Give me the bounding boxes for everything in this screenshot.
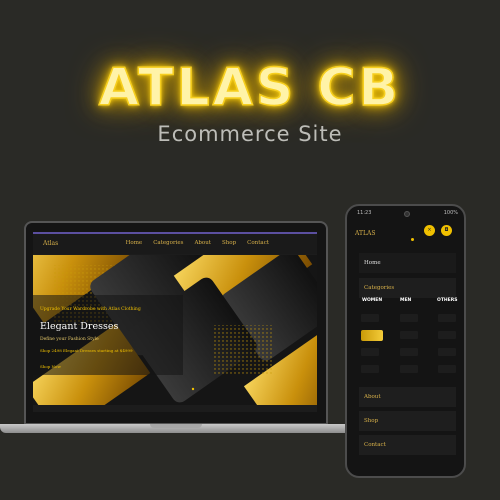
hero-banner: Upgrade Your Wardrobe with Atlas Clothin… [33, 255, 317, 405]
category-cell[interactable] [400, 365, 418, 373]
category-cell[interactable] [361, 314, 379, 322]
indicator-dot [411, 238, 414, 241]
neon-title: ATLAS CB [98, 57, 402, 119]
laptop-screen: Atlas Home Categories About Shop Contact [33, 232, 317, 412]
nav-link-shop[interactable]: Shop [222, 240, 236, 246]
phone-menu-contact[interactable]: Contact [359, 435, 456, 455]
laptop-navbar: Atlas Home Categories About Shop Contact [33, 232, 317, 254]
nav-link-contact[interactable]: Contact [247, 240, 269, 246]
laptop-brand[interactable]: Atlas [43, 240, 58, 247]
column-others[interactable]: OTHERS [437, 298, 457, 303]
cart-icon[interactable]: ◘ [441, 225, 452, 236]
close-icon[interactable]: × [424, 225, 435, 236]
column-women[interactable]: WOMEN [362, 298, 382, 303]
hero-tagline: Define your Fashion Style [40, 337, 99, 342]
category-cell[interactable] [400, 348, 418, 356]
category-cell-selected[interactable] [361, 330, 383, 341]
hero-heading: Elegant Dresses [40, 321, 119, 332]
category-cell[interactable] [400, 331, 418, 339]
subtitle: Ecommerce Site [157, 122, 343, 146]
shop-now-link[interactable]: Shop Now [40, 364, 61, 369]
nav-link-categories[interactable]: Categories [153, 240, 183, 246]
phone-menu-home[interactable]: Home [359, 253, 456, 273]
hero-kicker: Upgrade Your Wardrobe with Atlas Clothin… [40, 307, 141, 312]
status-battery: 100% [443, 210, 458, 216]
camera-icon [404, 211, 410, 217]
nav-link-about[interactable]: About [194, 240, 211, 246]
category-cell[interactable] [438, 331, 456, 339]
category-cell[interactable] [438, 365, 456, 373]
laptop-notch [150, 424, 202, 428]
phone-menu-about[interactable]: About [359, 387, 456, 407]
nav-link-home[interactable]: Home [126, 240, 143, 246]
hero-offer: Shop 2498 Elegant Dresses starting at $4… [40, 348, 133, 353]
laptop-nav-links: Home Categories About Shop Contact [126, 240, 269, 246]
hero-text: Upgrade Your Wardrobe with Atlas Clothin… [40, 307, 141, 372]
category-cell[interactable] [361, 365, 379, 373]
column-men[interactable]: MEN [400, 298, 411, 303]
category-cell[interactable] [438, 314, 456, 322]
phone-menu-categories[interactable]: Categories [359, 278, 456, 298]
phone-brand[interactable]: ATLAS [355, 230, 375, 237]
category-cell[interactable] [400, 314, 418, 322]
category-cell[interactable] [438, 348, 456, 356]
status-time: 11:23 [357, 210, 372, 216]
phone-frame: 11:23 100% ATLAS × ◘ Home Categories WOM… [345, 204, 466, 478]
category-cell[interactable] [361, 348, 379, 356]
phone-menu-shop[interactable]: Shop [359, 411, 456, 431]
